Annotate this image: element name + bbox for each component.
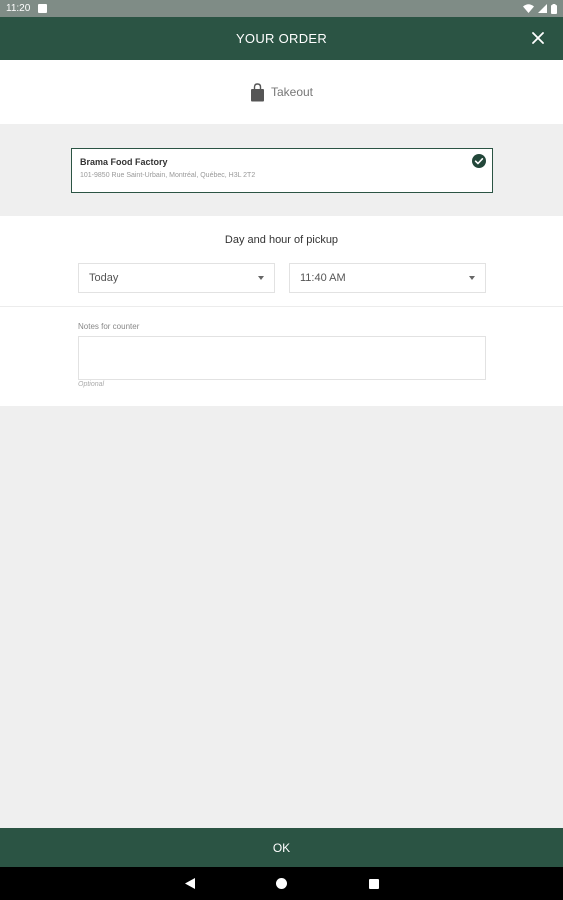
status-time: 11:20 <box>6 3 31 14</box>
chevron-down-icon <box>469 276 475 280</box>
pickup-title: Day and hour of pickup <box>224 234 339 246</box>
shopping-bag-icon <box>250 82 264 101</box>
order-mode-label: Takeout <box>270 85 314 99</box>
store-address: 101-9850 Rue Saint-Urbain, Montréal, Qué… <box>80 172 256 179</box>
wifi-icon <box>523 4 534 13</box>
chevron-down-icon <box>258 276 264 280</box>
ok-button[interactable]: OK <box>0 828 563 867</box>
notification-icon <box>38 4 48 13</box>
back-icon[interactable] <box>183 877 197 891</box>
recents-icon[interactable] <box>367 877 381 891</box>
status-bar: 11:20 <box>0 0 563 17</box>
store-name: Brama Food Factory <box>80 157 168 167</box>
pickup-day-value: Today <box>89 272 119 284</box>
order-mode-takeout[interactable]: Takeout <box>250 82 314 102</box>
order-mode-section: Takeout <box>0 60 563 124</box>
pickup-time-select[interactable]: 11:40 AM <box>289 263 486 293</box>
close-icon[interactable] <box>529 29 547 47</box>
signal-icon <box>538 4 547 13</box>
check-circle-icon <box>472 154 486 168</box>
ok-button-label: OK <box>272 840 291 855</box>
pickup-time-value: 11:40 AM <box>300 272 346 284</box>
notes-label: Notes for counter <box>78 322 140 331</box>
status-icons <box>523 3 557 14</box>
pickup-section: Day and hour of pickup Today 11:40 AM No… <box>0 216 563 406</box>
home-icon[interactable] <box>275 877 289 891</box>
notes-input[interactable] <box>78 336 486 380</box>
store-card[interactable]: Brama Food Factory 101-9850 Rue Saint-Ur… <box>71 148 493 193</box>
pickup-day-select[interactable]: Today <box>78 263 275 293</box>
app-bar: YOUR ORDER <box>0 17 563 60</box>
divider <box>0 306 563 307</box>
system-nav-bar <box>0 867 563 900</box>
notes-helper-text: Optional <box>78 381 105 388</box>
page-title: YOUR ORDER <box>235 31 328 46</box>
battery-icon <box>551 3 557 14</box>
store-section: Brama Food Factory 101-9850 Rue Saint-Ur… <box>0 124 563 216</box>
